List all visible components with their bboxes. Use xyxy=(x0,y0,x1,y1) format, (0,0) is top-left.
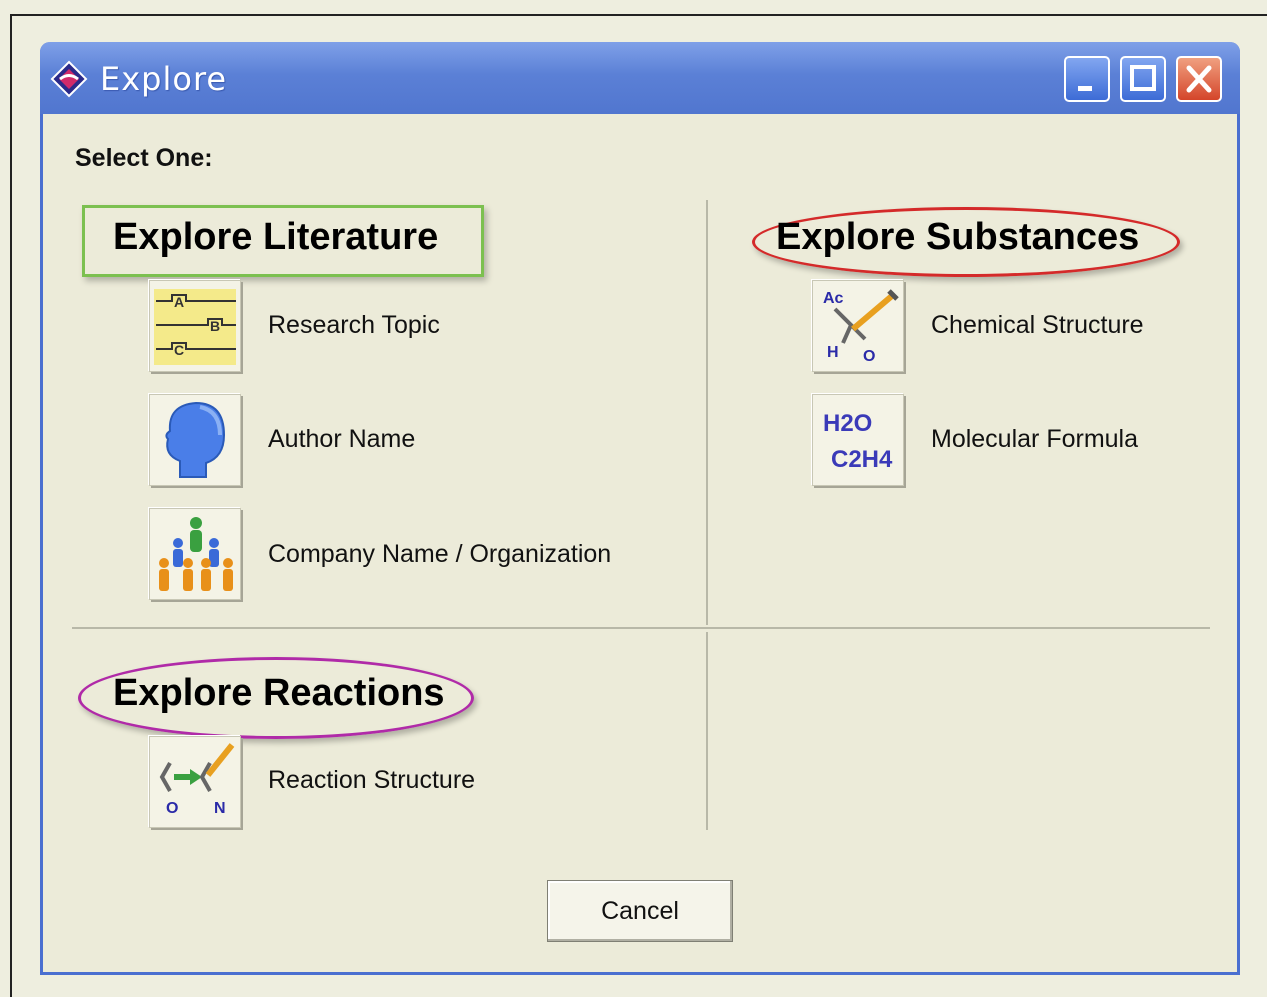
vertical-divider-bottom xyxy=(706,632,708,830)
explore-reactions-heading: Explore Reactions xyxy=(113,672,445,714)
svg-text:H2O: H2O xyxy=(823,410,872,437)
svg-text:C: C xyxy=(174,342,184,358)
reaction-structure-label[interactable]: Reaction Structure xyxy=(268,766,475,795)
maximize-button[interactable] xyxy=(1120,56,1166,102)
company-organization-label[interactable]: Company Name / Organization xyxy=(268,540,611,569)
reaction-structure-button[interactable]: O N xyxy=(149,736,241,828)
window-title: Explore xyxy=(100,60,228,98)
maximize-icon xyxy=(1130,65,1156,91)
explore-literature-heading: Explore Literature xyxy=(113,216,439,258)
app-logo-icon xyxy=(50,60,88,98)
minimize-button[interactable] xyxy=(1064,56,1110,102)
svg-text:N: N xyxy=(214,800,226,817)
chemical-structure-label[interactable]: Chemical Structure xyxy=(931,311,1144,340)
reaction-structure-icon: O N xyxy=(159,743,235,817)
close-button[interactable] xyxy=(1176,56,1222,102)
research-topic-icon: A B C xyxy=(154,289,236,365)
chemical-structure-icon: Ac H O xyxy=(823,289,899,365)
svg-text:C2H4: C2H4 xyxy=(831,446,893,473)
vertical-divider-top xyxy=(706,200,708,625)
svg-text:A: A xyxy=(174,294,184,310)
research-topic-button[interactable]: A B C xyxy=(149,280,241,372)
chemical-structure-button[interactable]: Ac H O xyxy=(812,280,904,372)
organization-people-icon xyxy=(159,517,233,591)
svg-text:B: B xyxy=(210,318,220,334)
explore-substances-heading: Explore Substances xyxy=(776,216,1140,258)
horizontal-divider xyxy=(72,627,1210,629)
molecular-formula-button[interactable]: H2O C2H4 xyxy=(812,394,904,486)
molecular-formula-icon: H2O C2H4 xyxy=(823,410,893,473)
minimize-icon xyxy=(1078,86,1092,91)
title-bar[interactable]: Explore xyxy=(40,42,1240,114)
author-head-icon xyxy=(165,401,226,478)
svg-text:H: H xyxy=(827,344,839,361)
cancel-button[interactable]: Cancel xyxy=(547,880,733,942)
research-topic-label[interactable]: Research Topic xyxy=(268,311,440,340)
molecular-formula-label[interactable]: Molecular Formula xyxy=(931,425,1138,454)
svg-text:Ac: Ac xyxy=(823,290,844,307)
author-name-button[interactable] xyxy=(149,394,241,486)
svg-text:O: O xyxy=(863,348,875,365)
company-organization-button[interactable] xyxy=(149,508,241,600)
select-one-label: Select One: xyxy=(75,144,213,172)
author-name-label[interactable]: Author Name xyxy=(268,425,415,454)
close-icon xyxy=(1186,65,1212,93)
svg-text:O: O xyxy=(166,800,178,817)
